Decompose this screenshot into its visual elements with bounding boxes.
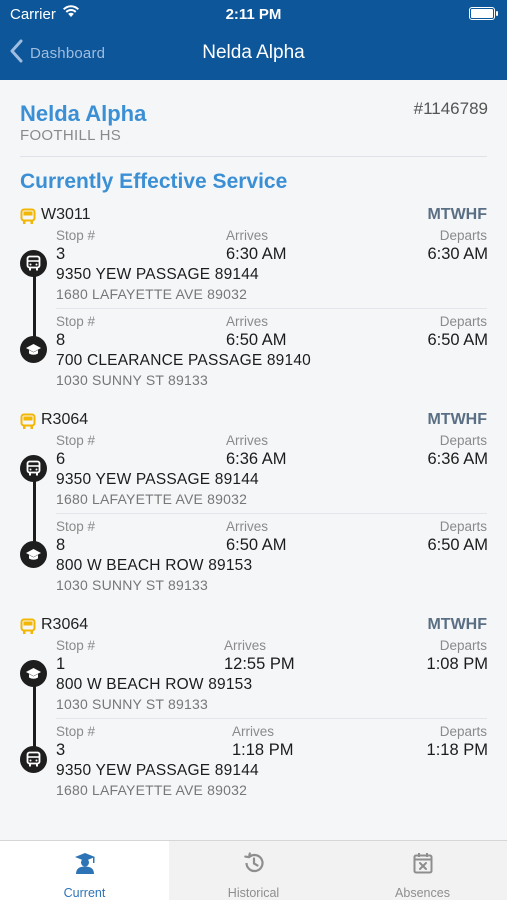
- stop-number-label: Stop #: [56, 314, 96, 329]
- stop-number: 1: [56, 655, 66, 673]
- stop-address: 800 W BEACH ROW 89153: [56, 557, 253, 574]
- stop-row[interactable]: Stop # 3 Arrives 1:18 PM Departs 1:18 PM…: [0, 724, 507, 810]
- arrives-time: 6:36 AM: [226, 450, 287, 468]
- status-bar: Carrier 2:11 PM: [0, 0, 507, 30]
- tab-current[interactable]: Current: [0, 841, 169, 900]
- arrives-label: Arrives: [224, 638, 267, 653]
- stop-number: 3: [56, 741, 66, 759]
- stop-row[interactable]: Stop # 6 Arrives 6:36 AM Departs 6:36 AM…: [0, 433, 507, 519]
- route-days: MTWHF: [427, 206, 487, 223]
- tab-label: Current: [63, 886, 106, 900]
- route-name: R3064: [41, 411, 89, 428]
- departs-time: 6:50 AM: [427, 331, 488, 349]
- departs-label: Departs: [439, 228, 487, 243]
- student-id: #1146789: [413, 99, 488, 118]
- bus-stop-icon: [20, 455, 47, 482]
- stop-number-label: Stop #: [56, 638, 96, 653]
- bus-icon: [20, 618, 36, 640]
- school-icon: [20, 336, 47, 363]
- arrives-label: Arrives: [226, 433, 269, 448]
- departs-time: 1:18 PM: [426, 741, 488, 759]
- departs-time: 6:50 AM: [427, 536, 488, 554]
- departs-label: Departs: [439, 724, 487, 739]
- stop-cross-address: 1680 LAFAYETTE AVE 89032: [56, 286, 248, 302]
- route-name: W3011: [41, 206, 91, 223]
- stop-number-label: Stop #: [56, 724, 96, 739]
- student-name: Nelda Alpha: [20, 101, 147, 126]
- arrives-time: 6:50 AM: [226, 536, 287, 554]
- departs-label: Departs: [439, 519, 487, 534]
- route-header: R3064 MTWHF: [20, 411, 487, 431]
- route-days: MTWHF: [427, 616, 487, 633]
- divider: [56, 308, 487, 309]
- page-title: Nelda Alpha: [202, 42, 305, 63]
- stop-number: 8: [56, 331, 66, 349]
- stop-row[interactable]: Stop # 8 Arrives 6:50 AM Departs 6:50 AM…: [0, 314, 507, 400]
- divider: [20, 156, 487, 157]
- tab-absences[interactable]: Absences: [338, 841, 507, 900]
- departs-time: 6:36 AM: [427, 450, 488, 468]
- departs-label: Departs: [439, 314, 487, 329]
- stop-cross-address: 1030 SUNNY ST 89133: [56, 696, 208, 712]
- tab-label: Absences: [395, 886, 450, 900]
- stop-address: 800 W BEACH ROW 89153: [56, 676, 253, 693]
- divider: [56, 718, 487, 719]
- stop-cross-address: 1680 LAFAYETTE AVE 89032: [56, 491, 248, 507]
- bus-icon: [20, 208, 36, 230]
- arrives-time: 1:18 PM: [232, 741, 294, 759]
- stop-address: 9350 YEW PASSAGE 89144: [56, 762, 259, 779]
- arrives-label: Arrives: [232, 724, 275, 739]
- route-name: R3064: [41, 616, 89, 633]
- bus-stop-icon: [20, 250, 47, 277]
- divider: [56, 513, 487, 514]
- stop-number-label: Stop #: [56, 519, 96, 534]
- departs-label: Departs: [439, 433, 487, 448]
- stop-number: 8: [56, 536, 66, 554]
- section-title: Currently Effective Service: [20, 170, 288, 193]
- header-bar: Carrier 2:11 PM Dashboard Nelda Alpha: [0, 0, 507, 80]
- route-header: R3064 MTWHF: [20, 616, 487, 636]
- battery-icon: [469, 7, 498, 20]
- student-icon: [73, 851, 97, 880]
- school-name: FOOTHILL HS: [20, 127, 122, 144]
- arrives-time: 6:30 AM: [226, 245, 287, 263]
- stop-cross-address: 1680 LAFAYETTE AVE 89032: [56, 782, 248, 798]
- tab-bar: Current Historical Absences: [0, 840, 507, 900]
- departs-time: 1:08 PM: [426, 655, 488, 673]
- bus-stop-icon: [20, 746, 47, 773]
- stop-number: 6: [56, 450, 66, 468]
- stop-cross-address: 1030 SUNNY ST 89133: [56, 577, 208, 593]
- arrives-label: Arrives: [226, 228, 269, 243]
- stop-address: 700 CLEARANCE PASSAGE 89140: [56, 352, 311, 369]
- stop-row[interactable]: Stop # 3 Arrives 6:30 AM Departs 6:30 AM…: [0, 228, 507, 314]
- school-icon: [20, 541, 47, 568]
- departs-label: Departs: [439, 638, 487, 653]
- tab-label: Historical: [227, 886, 280, 900]
- stop-address: 9350 YEW PASSAGE 89144: [56, 471, 259, 488]
- school-icon: [20, 660, 47, 687]
- bus-icon: [20, 413, 36, 435]
- arrives-time: 12:55 PM: [224, 655, 295, 673]
- stop-address: 9350 YEW PASSAGE 89144: [56, 266, 259, 283]
- stop-cross-address: 1030 SUNNY ST 89133: [56, 372, 208, 388]
- status-time: 2:11 PM: [225, 6, 282, 23]
- route-header: W3011 MTWHF: [20, 206, 487, 226]
- history-icon: [242, 851, 266, 880]
- departs-time: 6:30 AM: [427, 245, 488, 263]
- arrives-label: Arrives: [226, 314, 269, 329]
- navigation-bar: Dashboard Nelda Alpha: [0, 30, 507, 78]
- calendar-x-icon: [411, 851, 435, 880]
- stop-row[interactable]: Stop # 1 Arrives 12:55 PM Departs 1:08 P…: [0, 638, 507, 724]
- stop-row[interactable]: Stop # 8 Arrives 6:50 AM Departs 6:50 AM…: [0, 519, 507, 605]
- arrives-label: Arrives: [226, 519, 269, 534]
- stop-number-label: Stop #: [56, 433, 96, 448]
- route-days: MTWHF: [427, 411, 487, 428]
- arrives-time: 6:50 AM: [226, 331, 287, 349]
- stop-number-label: Stop #: [56, 228, 96, 243]
- content-area[interactable]: Nelda Alpha FOOTHILL HS #1146789 Current…: [0, 80, 507, 840]
- tab-historical[interactable]: Historical: [169, 841, 338, 900]
- stop-number: 3: [56, 245, 66, 263]
